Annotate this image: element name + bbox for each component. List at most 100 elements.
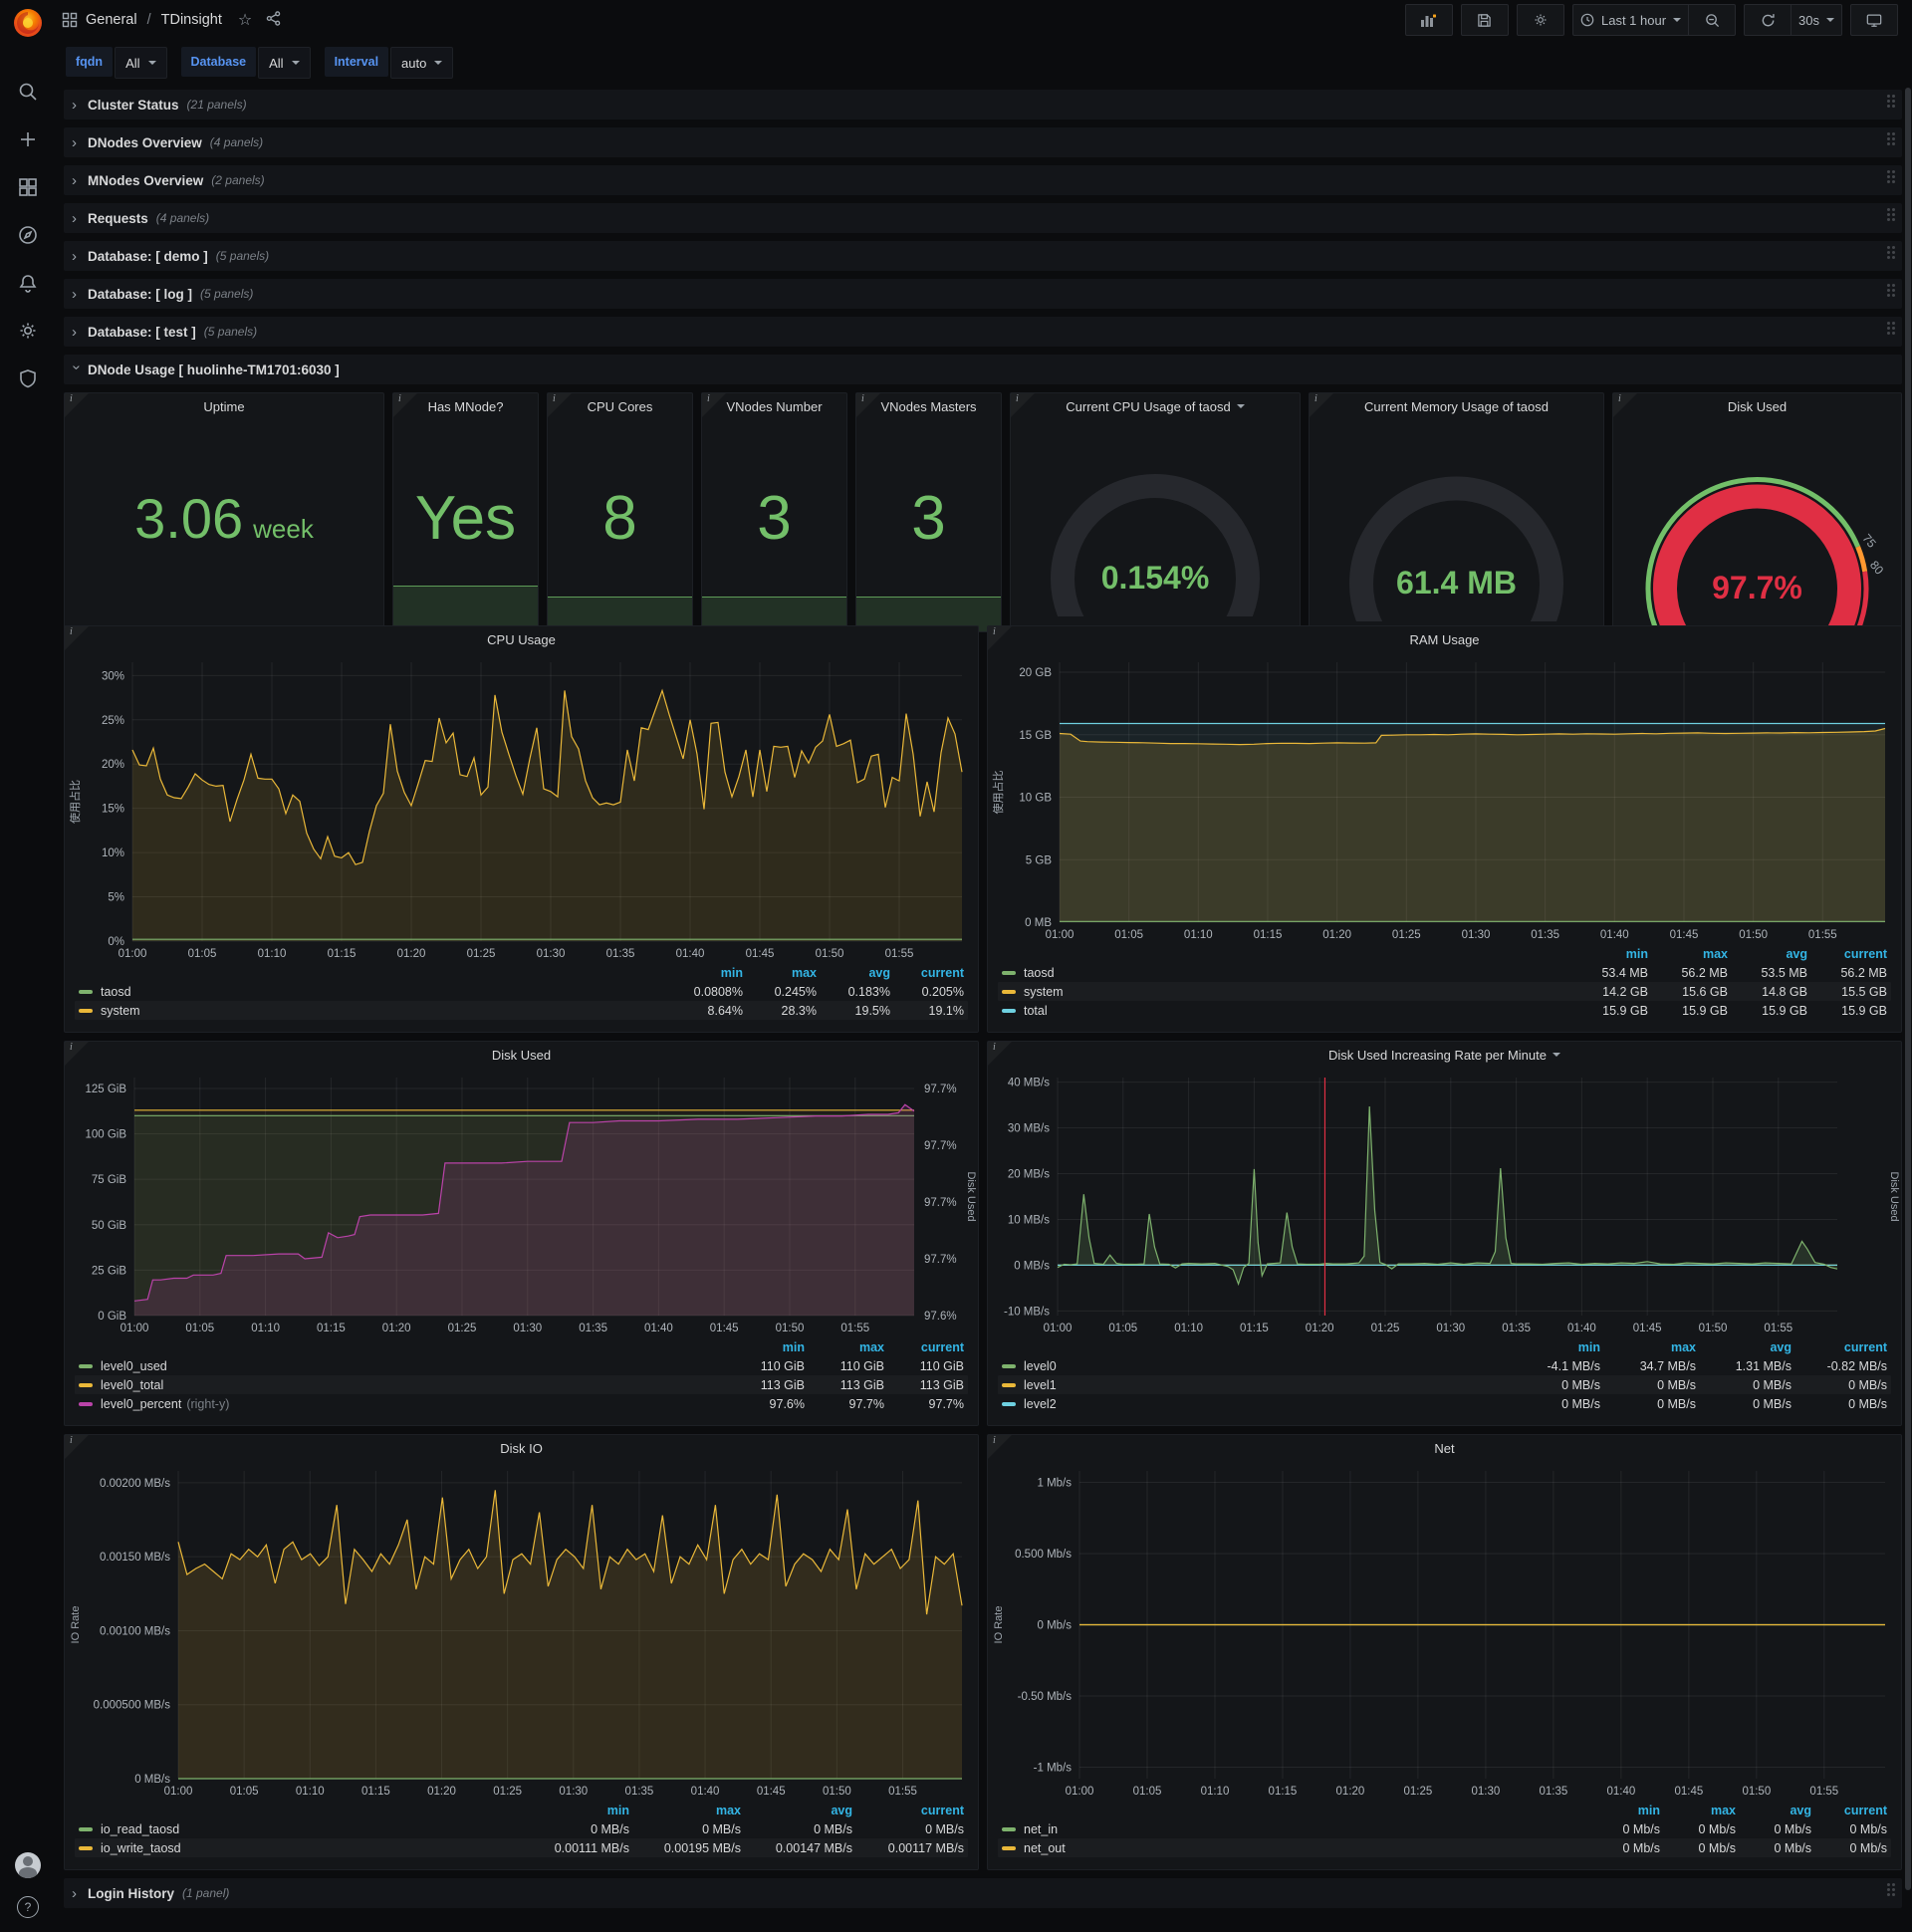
legend-series-swatch[interactable] (79, 1008, 93, 1013)
panel-info-corner[interactable]: i (856, 393, 880, 417)
refresh-interval-dropdown[interactable]: 30s (1792, 4, 1842, 36)
dashboard-row-header[interactable]: › Cluster Status (21 panels) (64, 90, 1902, 120)
legend-series-name[interactable]: taosd (1024, 966, 1055, 980)
dashboard-row-header[interactable]: › DNodes Overview (4 panels) (64, 127, 1902, 157)
legend-series-name[interactable]: system (101, 1004, 140, 1018)
panel-title[interactable]: RAM Usage (988, 626, 1901, 652)
drag-handle-icon[interactable] (1885, 208, 1892, 222)
panel-title[interactable]: CPU Usage (65, 626, 978, 652)
drag-handle-icon[interactable] (1885, 170, 1892, 184)
legend-series-swatch[interactable] (1002, 1401, 1016, 1406)
add-panel-button[interactable] (1404, 4, 1453, 36)
legend-column-header[interactable]: avg (1696, 1340, 1792, 1354)
drag-handle-icon[interactable] (1885, 1883, 1892, 1897)
legend-series-swatch[interactable] (79, 989, 93, 994)
explore-compass-icon[interactable] (17, 224, 39, 246)
star-icon[interactable]: ☆ (238, 10, 252, 30)
panel-info-corner[interactable]: i (65, 626, 89, 650)
legend-series-name[interactable]: io_read_taosd (101, 1822, 179, 1836)
legend-series-name[interactable]: level0_percent (101, 1397, 181, 1411)
legend-series-swatch[interactable] (79, 1401, 93, 1406)
legend-series-swatch[interactable] (1002, 989, 1016, 994)
legend-column-header[interactable]: avg (1728, 947, 1807, 961)
panel-info-corner[interactable]: i (1613, 393, 1637, 417)
panel-info-corner[interactable]: i (65, 393, 89, 417)
legend-column-header[interactable]: min (669, 966, 743, 980)
drag-handle-icon[interactable] (1885, 95, 1892, 109)
legend-series-name[interactable]: level0 (1024, 1359, 1057, 1373)
legend-column-header[interactable]: min (1584, 1804, 1660, 1817)
panel-title[interactable]: Current Memory Usage of taosd (1310, 393, 1603, 419)
legend-series-name[interactable]: net_out (1024, 1841, 1066, 1855)
legend-series-name[interactable]: system (1024, 985, 1064, 999)
legend-column-header[interactable]: min (1568, 947, 1648, 961)
panel-info-corner[interactable]: i (548, 393, 572, 417)
panel-info-corner[interactable]: i (988, 1435, 1012, 1459)
panel-title[interactable]: Uptime (65, 393, 383, 419)
legend-series-swatch[interactable] (1002, 1845, 1016, 1850)
grafana-logo-icon[interactable] (11, 6, 45, 40)
legend-column-header[interactable]: current (852, 1804, 964, 1817)
legend-column-header[interactable]: min (518, 1804, 629, 1817)
legend-column-header[interactable]: current (890, 966, 964, 980)
dashboard-row-header[interactable]: › MNodes Overview (2 panels) (64, 165, 1902, 195)
drag-handle-icon[interactable] (1885, 132, 1892, 146)
refresh-button[interactable] (1744, 4, 1792, 36)
legend-series-name[interactable]: level2 (1024, 1397, 1057, 1411)
legend-series-swatch[interactable] (79, 1363, 93, 1368)
panel-title[interactable]: Net (988, 1435, 1901, 1461)
legend-series-swatch[interactable] (1002, 1382, 1016, 1387)
legend-series-swatch[interactable] (79, 1382, 93, 1387)
server-admin-shield-icon[interactable] (17, 367, 39, 389)
dashboard-row-header[interactable]: › Database: [ test ] (5 panels) (64, 317, 1902, 347)
scrollbar-thumb[interactable] (1905, 88, 1911, 1890)
panel-info-corner[interactable]: i (65, 1435, 89, 1459)
row-dnode-usage[interactable]: › DNode Usage [ huolinhe-TM1701:6030 ] (64, 355, 1902, 384)
breadcrumb-page-title[interactable]: TDinsight (161, 12, 222, 28)
create-plus-icon[interactable] (17, 128, 39, 150)
panel-title[interactable]: Disk Used (65, 1042, 978, 1068)
legend-column-header[interactable]: min (725, 1340, 805, 1354)
legend-column-header[interactable]: avg (1736, 1804, 1811, 1817)
variable-database-value-dropdown[interactable]: All (258, 47, 311, 79)
drag-handle-icon[interactable] (1885, 246, 1892, 260)
alerting-bell-icon[interactable] (17, 272, 39, 294)
legend-series-name[interactable]: level1 (1024, 1378, 1057, 1392)
legend-column-header[interactable]: max (1648, 947, 1728, 961)
panel-title[interactable]: Disk Used (1613, 393, 1901, 419)
legend-column-header[interactable]: max (1660, 1804, 1736, 1817)
legend-column-header[interactable]: current (884, 1340, 964, 1354)
panel-title[interactable]: Disk Used Increasing Rate per Minute (988, 1042, 1901, 1068)
variable-interval-value-dropdown[interactable]: auto (390, 47, 454, 79)
user-avatar[interactable] (15, 1852, 41, 1878)
zoom-out-button[interactable] (1689, 4, 1737, 36)
panel-title[interactable]: Disk IO (65, 1435, 978, 1461)
save-dashboard-button[interactable] (1460, 4, 1509, 36)
drag-handle-icon[interactable] (1885, 284, 1892, 298)
legend-column-header[interactable]: current (1792, 1340, 1887, 1354)
panel-info-corner[interactable]: i (702, 393, 726, 417)
dashboard-row-header[interactable]: › Login History (1 panel) (64, 1878, 1902, 1908)
legend-series-name[interactable]: io_write_taosd (101, 1841, 181, 1855)
legend-series-name[interactable]: taosd (101, 985, 131, 999)
legend-series-swatch[interactable] (79, 1826, 93, 1831)
legend-series-swatch[interactable] (79, 1845, 93, 1850)
dashboard-row-header[interactable]: › Requests (4 panels) (64, 203, 1902, 233)
panel-info-corner[interactable]: i (65, 1042, 89, 1066)
legend-series-swatch[interactable] (1002, 1826, 1016, 1831)
legend-column-header[interactable]: max (629, 1804, 741, 1817)
legend-series-swatch[interactable] (1002, 1363, 1016, 1368)
legend-column-header[interactable]: max (743, 966, 817, 980)
scrollbar[interactable] (1904, 84, 1912, 1932)
panel-info-corner[interactable]: i (988, 626, 1012, 650)
legend-column-header[interactable]: max (1600, 1340, 1696, 1354)
legend-series-name[interactable]: net_in (1024, 1822, 1058, 1836)
legend-column-header[interactable]: min (1505, 1340, 1600, 1354)
panel-info-corner[interactable]: i (1310, 393, 1333, 417)
legend-column-header[interactable]: avg (741, 1804, 852, 1817)
time-range-picker[interactable]: Last 1 hour (1571, 4, 1690, 36)
drag-handle-icon[interactable] (1885, 322, 1892, 336)
legend-series-name[interactable]: total (1024, 1004, 1048, 1018)
search-icon[interactable] (17, 81, 39, 103)
legend-series-swatch[interactable] (1002, 1008, 1016, 1013)
